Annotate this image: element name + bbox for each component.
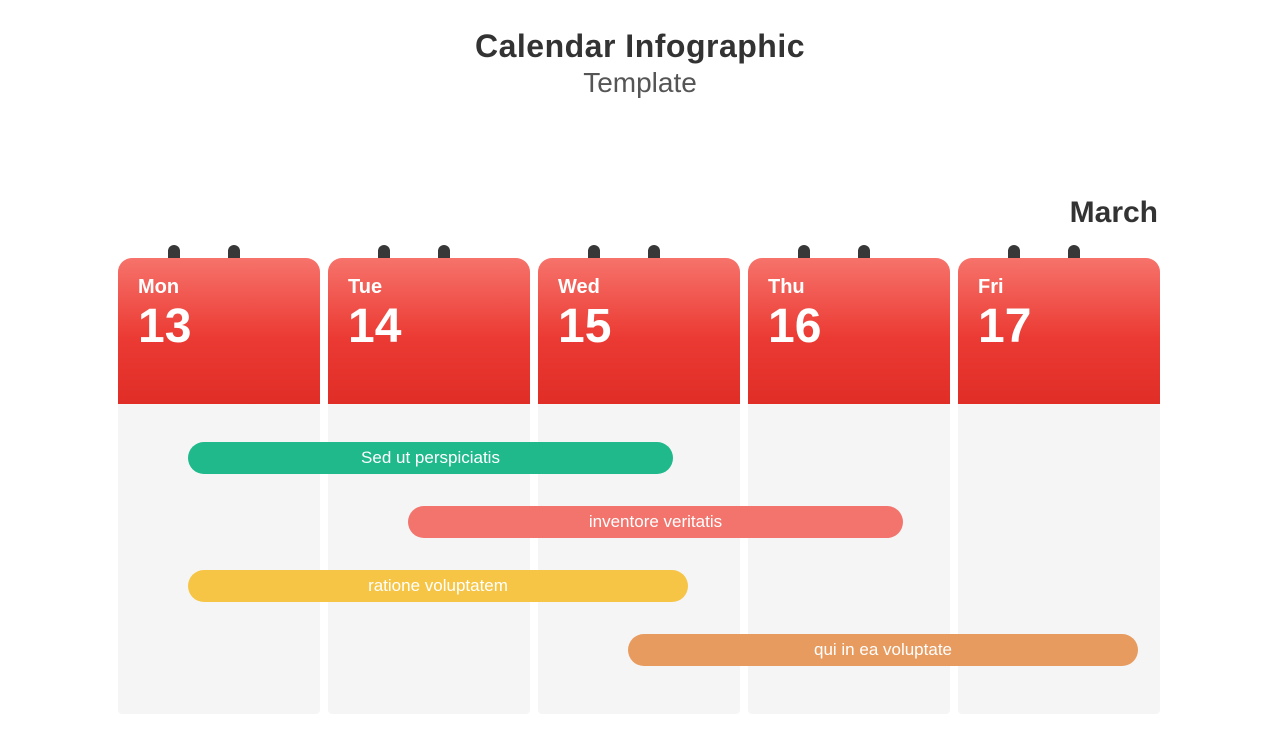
month-label: March <box>1070 196 1158 230</box>
title-sub: Template <box>0 67 1280 99</box>
day-name: Thu <box>768 276 930 299</box>
day-name: Tue <box>348 276 510 299</box>
day-number: 14 <box>348 303 510 351</box>
event-bar: inventore veritatis <box>408 506 903 538</box>
day-header: Mon 13 <box>118 258 320 404</box>
day-header: Thu 16 <box>748 258 950 404</box>
day-number: 16 <box>768 303 930 351</box>
day-header: Tue 14 <box>328 258 530 404</box>
day-column-tue: Tue 14 <box>328 258 530 714</box>
event-bar: Sed ut perspiciatis <box>188 442 673 474</box>
title-block: Calendar Infographic Template <box>0 28 1280 99</box>
day-header: Wed 15 <box>538 258 740 404</box>
day-number: 15 <box>558 303 720 351</box>
day-number: 13 <box>138 303 300 351</box>
day-column-mon: Mon 13 <box>118 258 320 714</box>
calendar-area: Mon 13 Tue 14 Wed 15 Thu 1 <box>118 242 1163 714</box>
day-header: Fri 17 <box>958 258 1160 404</box>
event-bar: qui in ea voluptate <box>628 634 1138 666</box>
day-name: Wed <box>558 276 720 299</box>
event-bar: ratione voluptatem <box>188 570 688 602</box>
day-name: Mon <box>138 276 300 299</box>
title-main: Calendar Infographic <box>0 28 1280 65</box>
day-number: 17 <box>978 303 1140 351</box>
day-name: Fri <box>978 276 1140 299</box>
